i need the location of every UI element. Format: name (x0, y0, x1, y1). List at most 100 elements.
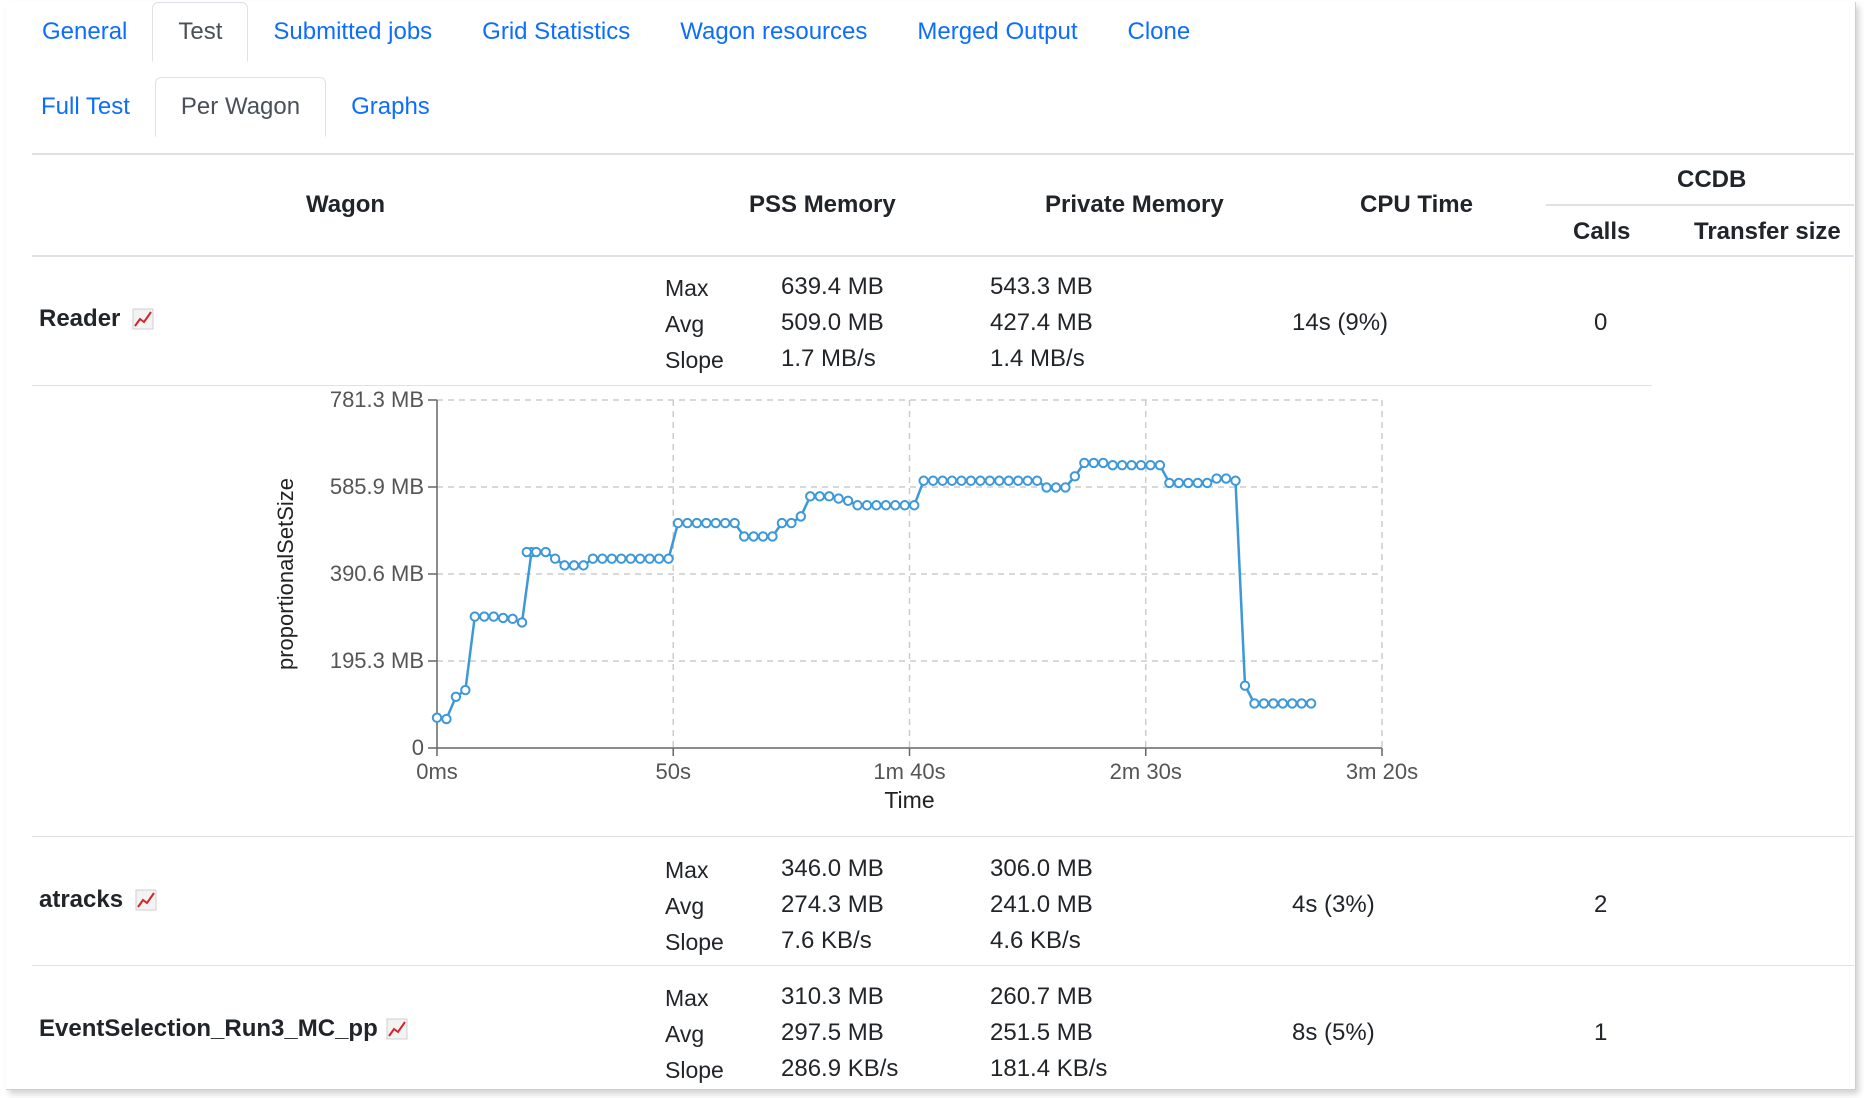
data-point (507, 613, 518, 625)
data-point (1069, 471, 1081, 482)
data-point (1220, 473, 1232, 484)
x-axis-title: Time (884, 787, 934, 813)
data-point (1003, 475, 1014, 486)
data-point (1107, 459, 1118, 471)
data-point (1239, 680, 1251, 691)
data-point (1287, 698, 1298, 709)
data-point (720, 517, 731, 529)
data-point (1060, 482, 1071, 493)
data-point (540, 546, 551, 558)
data-point (516, 617, 528, 628)
data-point (786, 517, 797, 529)
data-point (805, 491, 816, 502)
data-point (823, 491, 835, 502)
data-point (1088, 457, 1099, 469)
y-tick-label: 585.9 MB (330, 474, 424, 499)
data-point (450, 691, 462, 702)
data-point (1135, 459, 1147, 471)
data-point (984, 475, 996, 486)
data-point (757, 531, 769, 542)
x-tick-label: 1m 40s (873, 759, 945, 784)
data-point (1164, 477, 1175, 489)
data-point (1268, 698, 1279, 709)
data-point (965, 475, 977, 486)
data-point (578, 560, 589, 571)
data-point (1031, 475, 1043, 486)
data-point (1305, 698, 1317, 709)
data-point (431, 712, 443, 723)
data-point (597, 553, 608, 564)
data-point (1211, 473, 1222, 484)
data-point (625, 553, 636, 564)
memory-chart: 0 195.3 MB 390.6 MB 585.9 MB 781.3 MB 0ms 50s 1… (273, 387, 1418, 813)
data-point (531, 546, 542, 558)
data-point (927, 475, 939, 486)
data-point (729, 517, 740, 529)
data-point (1012, 475, 1024, 486)
data-point (833, 493, 844, 504)
data-point (899, 500, 910, 511)
data-point (937, 475, 948, 486)
x-tick-label: 0ms (416, 759, 458, 784)
data-point (521, 546, 532, 558)
data-point (1098, 457, 1109, 469)
data-point (1126, 459, 1137, 471)
data-point (1296, 698, 1307, 709)
data-point (1050, 482, 1062, 493)
data-point (918, 475, 929, 486)
y-tick-label: 195.3 MB (330, 648, 424, 673)
data-point (682, 517, 693, 529)
data-point (549, 553, 561, 564)
data-point (738, 531, 750, 542)
data-point (1183, 477, 1194, 489)
data-point (1230, 475, 1241, 486)
data-point (748, 531, 759, 542)
data-point (653, 553, 665, 564)
data-point (946, 475, 958, 486)
data-point (814, 491, 825, 502)
data-point (616, 553, 627, 564)
chart-series (431, 457, 1317, 725)
data-point (663, 553, 674, 564)
data-point (852, 500, 863, 511)
data-point (1079, 457, 1090, 469)
data-point (441, 713, 452, 725)
data-point (880, 500, 892, 511)
data-point (1116, 459, 1128, 471)
data-point (606, 553, 618, 564)
data-point (691, 517, 703, 529)
data-point (1145, 459, 1156, 471)
data-point (767, 531, 778, 542)
x-tick-label: 50s (656, 759, 691, 784)
data-point (587, 553, 599, 564)
data-point (644, 553, 655, 564)
data-point (497, 612, 509, 624)
data-point (1249, 698, 1260, 709)
data-point (460, 684, 471, 696)
data-point (1041, 482, 1052, 493)
data-point (1201, 477, 1213, 489)
data-point (975, 475, 986, 486)
data-point (672, 517, 684, 529)
x-tick-label: 2m 30s (1110, 759, 1182, 784)
data-point (842, 495, 854, 506)
data-point (559, 560, 570, 571)
y-tick-label: 390.6 MB (330, 561, 424, 586)
data-point (776, 517, 788, 529)
y-tick-label: 781.3 MB (330, 387, 424, 412)
data-point (890, 500, 901, 511)
data-point (568, 560, 580, 571)
data-point (1173, 477, 1185, 489)
data-point (469, 611, 480, 622)
data-point (634, 553, 646, 564)
data-point (701, 517, 712, 529)
data-point (479, 611, 490, 622)
chart-labels: 0 195.3 MB 390.6 MB 585.9 MB 781.3 MB 0ms 50s 1… (273, 387, 1418, 813)
y-tick-label: 0 (412, 735, 424, 760)
data-point (1154, 459, 1166, 471)
data-point (956, 475, 967, 486)
data-point (488, 611, 499, 622)
data-point (1192, 477, 1203, 489)
data-point (1258, 698, 1270, 709)
data-point (994, 475, 1005, 486)
